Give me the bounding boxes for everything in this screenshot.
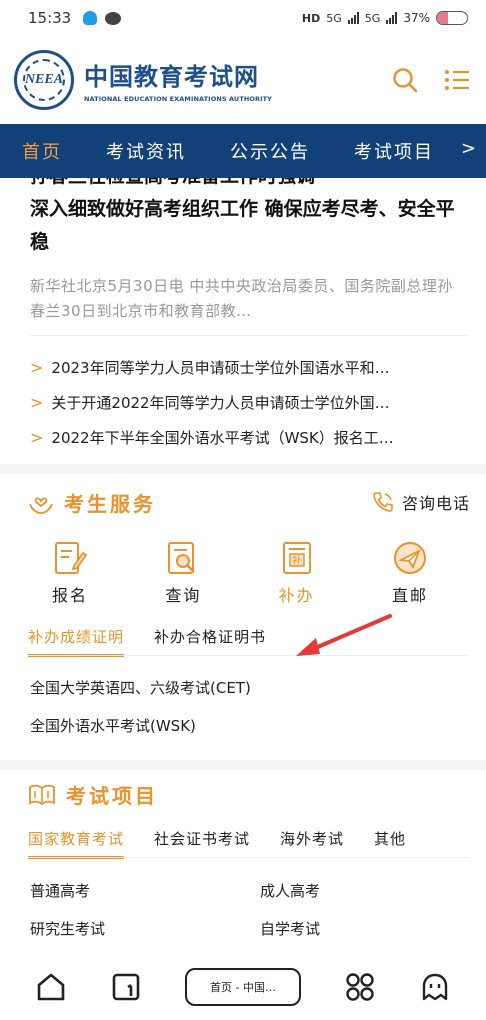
ghost-icon[interactable] xyxy=(420,972,450,1002)
wechat-icon xyxy=(105,11,122,25)
address-bar[interactable]: 首页 - 中国… xyxy=(184,968,301,1006)
header-actions xyxy=(392,67,472,93)
neea-logo[interactable]: NEEA xyxy=(14,50,74,110)
annotation-arrow xyxy=(296,614,392,656)
service-reissue[interactable]: 补 补办 xyxy=(257,540,337,606)
nav-more-arrow[interactable]: > xyxy=(461,138,478,159)
status-right: HD 5G 5G 37% xyxy=(302,11,468,25)
consult-label: 咨询电话 xyxy=(401,494,470,513)
tab-other[interactable]: 其他 xyxy=(374,828,406,859)
battery-percent: 37% xyxy=(403,11,430,25)
menu-icon[interactable] xyxy=(444,68,470,92)
site-name-en: NATIONAL EDUCATION EXAMINATIONS AUTHORIT… xyxy=(84,95,272,103)
service-query[interactable]: 查询 xyxy=(143,540,223,606)
main-nav: 首页 考试资讯 公示公告 考试项目 > xyxy=(0,124,486,178)
page: 15:33 HD 5G 5G 37% NEEA 中国教育考试网 NATIONAL… xyxy=(0,0,486,1020)
qq-icon xyxy=(83,11,98,25)
headline-summary[interactable]: 新华社北京5月30日电 中共中央政治局委员、国务院副总理孙春兰30日到北京市和教… xyxy=(30,274,458,324)
heart-hands-icon xyxy=(29,497,53,514)
book-icon xyxy=(29,784,55,805)
section-gap xyxy=(0,760,486,770)
projects-grid: 普通高考 成人高考 研究生考试 自学考试 xyxy=(30,872,470,948)
nav-announcements[interactable]: 公示公告 xyxy=(230,138,310,164)
news-item[interactable]: > 关于开通2022年同等学力人员申请硕士学位外国… xyxy=(30,385,474,420)
list-item[interactable]: 全国大学英语四、六级考试(CET) xyxy=(30,669,251,707)
network-5g-2: 5G xyxy=(364,11,381,25)
service-register[interactable]: 报名 xyxy=(30,540,110,606)
tab-national-exams[interactable]: 国家教育考试 xyxy=(28,828,125,859)
service-direct-mail[interactable]: 直邮 xyxy=(370,540,450,606)
edit-form-icon xyxy=(55,542,88,574)
reissue-doc-icon: 补 xyxy=(282,542,311,574)
news-item[interactable]: >2023年同等学力人员申请硕士学位外国语水平和… xyxy=(30,350,474,385)
network-5g-1: 5G xyxy=(326,11,342,25)
section-gap xyxy=(0,464,486,474)
site-header: NEEA 中国教育考试网 NATIONAL EDUCATION EXAMINAT… xyxy=(0,36,486,124)
tab-overseas-exams[interactable]: 海外考试 xyxy=(280,828,344,859)
tabs-icon[interactable] xyxy=(111,972,141,1002)
services-title: 考生服务 xyxy=(64,492,156,516)
svg-text:补: 补 xyxy=(292,554,302,567)
hd-indicator: HD xyxy=(301,11,321,25)
consult-phone[interactable]: 咨询电话 xyxy=(372,490,470,514)
tabs-divider xyxy=(28,655,470,656)
logo-abbr: NEEA xyxy=(24,72,64,87)
mail-plane-icon xyxy=(393,542,426,574)
projects-tabs: 国家教育考试 社会证书考试 海外考试 其他 xyxy=(28,828,406,859)
reissue-list: 全国大学英语四、六级考试(CET) 全国外语水平考试(WSK) xyxy=(30,669,251,745)
nav-exam-projects[interactable]: 考试项目 xyxy=(354,138,434,164)
services-header: 考生服务 xyxy=(28,488,156,517)
chevron-right-icon: > xyxy=(30,358,44,377)
signal-icon xyxy=(347,12,359,24)
nav-home[interactable]: 首页 xyxy=(22,138,62,164)
services-tabs: 补办成绩证明 补办合格证明书 xyxy=(28,626,296,657)
logo-text[interactable]: 中国教育考试网 NATIONAL EDUCATION EXAMINATIONS … xyxy=(84,57,272,103)
project-item[interactable]: 研究生考试 xyxy=(30,910,260,948)
apps-grid-icon[interactable] xyxy=(345,972,375,1002)
site-name: 中国教育考试网 xyxy=(84,63,259,91)
project-item[interactable]: 自学考试 xyxy=(260,910,470,948)
divider xyxy=(30,335,470,336)
news-item[interactable]: >2022年下半年全国外语水平考试（WSK）报名工… xyxy=(30,420,474,455)
services-grid: 报名 查询 补 补办 直邮 xyxy=(30,540,450,606)
project-item[interactable]: 成人高考 xyxy=(260,872,470,910)
chevron-right-icon: > xyxy=(30,428,44,447)
battery-icon xyxy=(436,11,468,25)
search-icon[interactable] xyxy=(392,67,418,93)
search-doc-icon xyxy=(168,542,196,574)
news-list: >2023年同等学力人员申请硕士学位外国语水平和… > 关于开通2022年同等学力… xyxy=(30,350,474,455)
tab-social-certificates[interactable]: 社会证书考试 xyxy=(154,828,250,859)
project-item[interactable]: 普通高考 xyxy=(30,872,260,910)
projects-title: 考试项目 xyxy=(66,784,158,808)
status-time: 15:33 xyxy=(28,9,72,27)
tabs-divider xyxy=(28,857,470,858)
list-item[interactable]: 全国外语水平考试(WSK) xyxy=(30,707,251,745)
chevron-right-icon: > xyxy=(30,393,44,412)
tab-reissue-score[interactable]: 补办成绩证明 xyxy=(28,626,125,657)
browser-bottom-bar: 首页 - 中国… xyxy=(0,954,486,1020)
projects-header: 考试项目 xyxy=(28,780,158,809)
home-icon[interactable] xyxy=(36,972,66,1002)
nav-exam-news[interactable]: 考试资讯 xyxy=(106,138,186,164)
phone-icon xyxy=(373,492,393,512)
headline-title: 深入细致做好高考组织工作 确保应考尽考、安全平稳 xyxy=(30,198,455,253)
tab-reissue-certificate[interactable]: 补办合格证明书 xyxy=(154,626,266,657)
status-bar: 15:33 HD 5G 5G 37% xyxy=(0,0,486,36)
signal-icon xyxy=(386,12,398,24)
